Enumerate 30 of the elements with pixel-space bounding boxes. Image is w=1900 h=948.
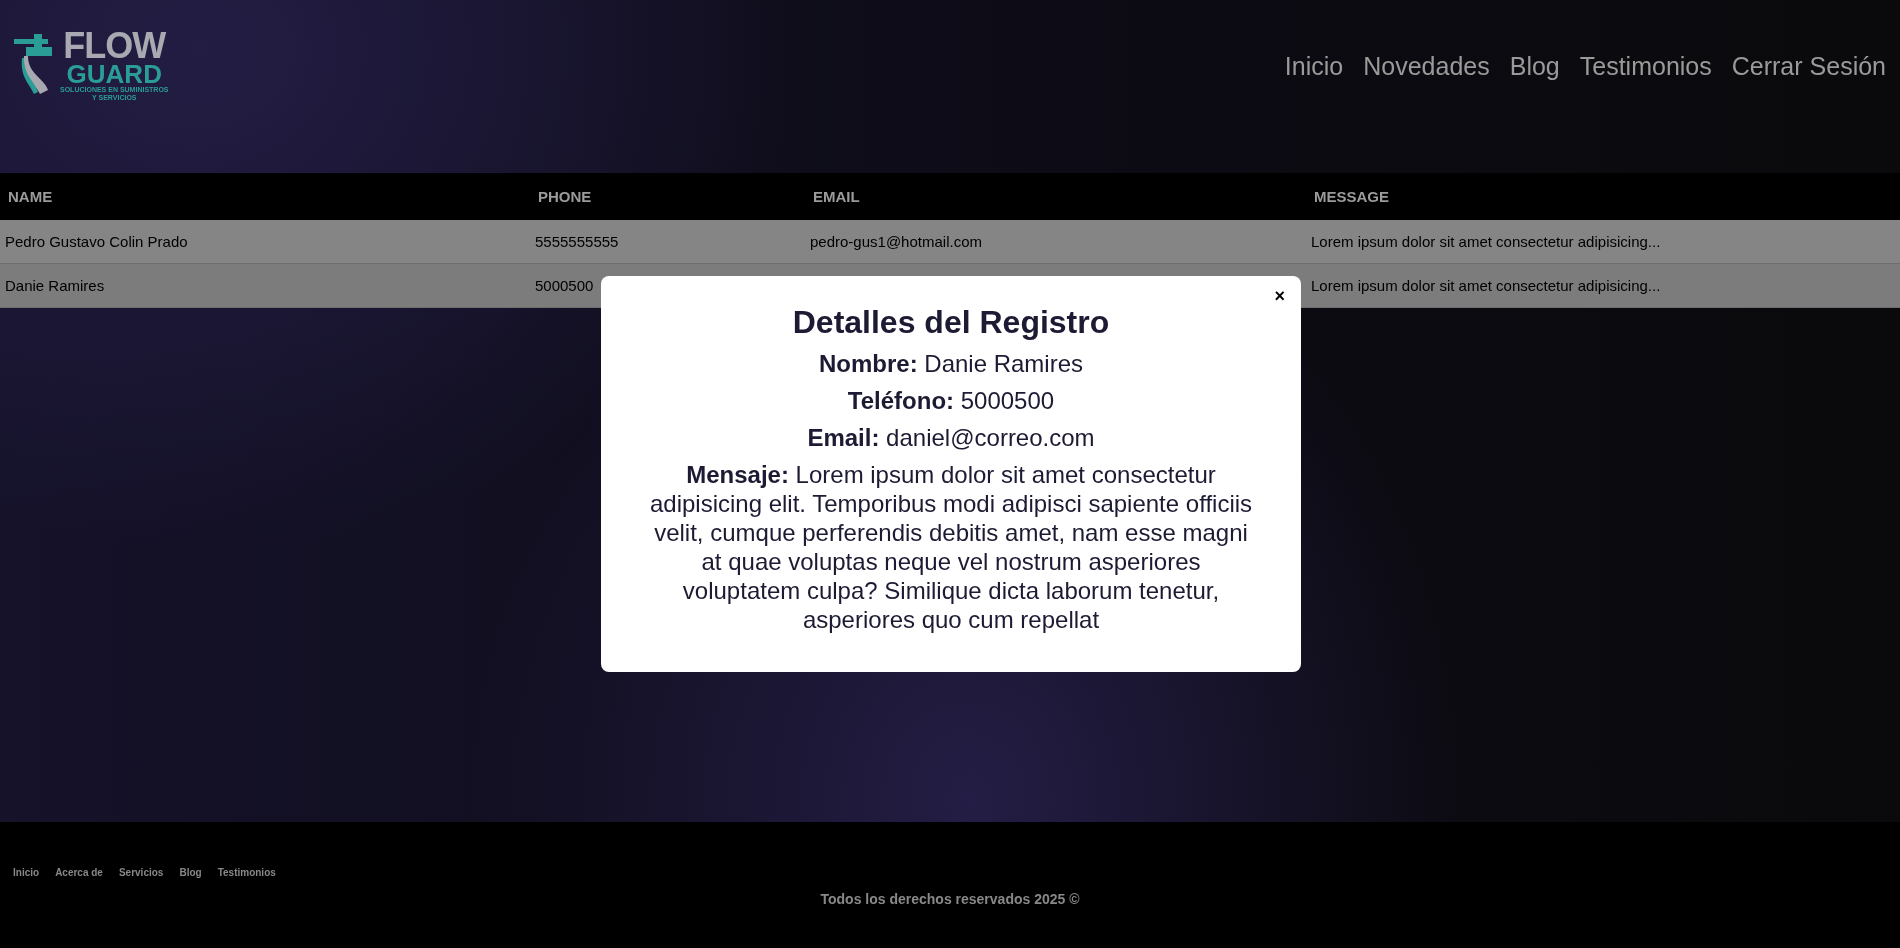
table-cell-text: Lorem ipsum dolor sit amet consectetur adipisicing...: [1310, 233, 1662, 250]
detail-text: Email: daniel@correo.com: [806, 423, 1096, 452]
logo-wordmark: GUARD: [66, 62, 162, 86]
copyright-text: Todos los derechos reservados 2025 ©: [819, 891, 1081, 907]
logo-wordmark: FLOW: [63, 30, 166, 62]
table-cell-text: 5555555555: [534, 233, 620, 250]
column-header: PHONE: [537, 188, 593, 205]
close-button[interactable]: ×: [1270, 286, 1289, 306]
table-cell-text: Pedro Gustavo Colin Prado: [4, 233, 189, 250]
nav-link[interactable]: Cerrar Sesión: [1731, 52, 1886, 81]
detail-text: Nombre: Danie Ramires: [817, 349, 1085, 378]
dialog-title: Detalles del Registro: [791, 304, 1111, 341]
nav-link[interactable]: Testimonios: [1579, 52, 1712, 81]
column-header: EMAIL: [812, 188, 861, 205]
footer-link[interactable]: Acerca de: [55, 867, 103, 878]
footer-link[interactable]: Inicio: [13, 867, 40, 878]
footer-link[interactable]: Testimonios: [217, 867, 276, 878]
detail-text: Mensaje: Lorem ipsum dolor sit amet consectetur adipisicing elit. Temporibus modi adipisci sapiente officiis velit, cumque perferendis debitis amet, nam esse magni at quae voluptas neque vel nostrum asperiores voluptatem culpa? Similique dicta laborum tenetur, asperiores quo cum repellat: [648, 460, 1254, 634]
column-header: NAME: [7, 188, 54, 205]
table-cell-text: Lorem ipsum dolor sit amet consectetur adipisicing...: [1310, 277, 1662, 294]
table-cell-text: pedro-gus1@hotmail.com: [809, 233, 983, 250]
table-cell-text: Danie Ramires: [4, 277, 106, 294]
nav-link[interactable]: Novedades: [1363, 52, 1490, 81]
footer-link[interactable]: Blog: [179, 867, 202, 878]
footer-link[interactable]: Servicios: [118, 867, 164, 878]
detail-text: Teléfono: 5000500: [846, 386, 1056, 415]
nav-link[interactable]: Blog: [1509, 52, 1560, 81]
table-cell-text: 5000500: [534, 277, 595, 294]
column-header: MESSAGE: [1313, 188, 1390, 205]
nav-link[interactable]: Inicio: [1284, 52, 1344, 81]
